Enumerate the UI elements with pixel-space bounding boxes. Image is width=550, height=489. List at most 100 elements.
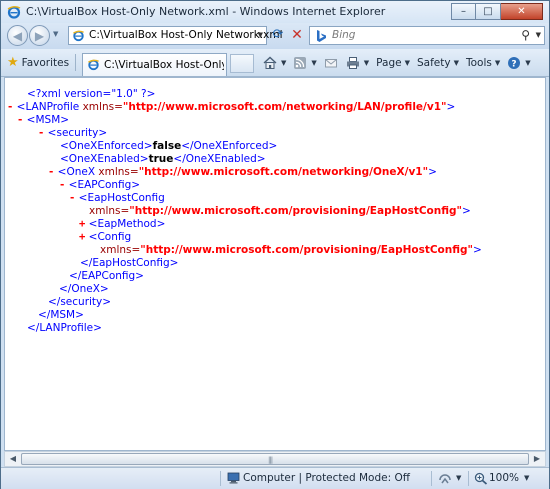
tag-close-bracket: > — [446, 101, 456, 113]
xml-node-eapconfig-close: </EAPConfig> — [69, 270, 144, 283]
printer-icon — [346, 56, 359, 69]
favorites-bar: ★ Favorites C:\VirtualBox Host-Only Net.… — [1, 49, 549, 77]
tag-text: </OneX> — [59, 283, 109, 295]
security-zone-text[interactable]: Computer | Protected Mode: Off — [243, 472, 410, 484]
star-icon: ★ — [7, 55, 19, 70]
address-dropdown-icon[interactable]: ▼ — [258, 31, 263, 39]
xml-viewer: <?xml version="1.0" ?> - <LANProfile xml… — [4, 77, 546, 451]
tag-text: </OneXEnforced> — [181, 140, 278, 152]
tag-text: <EapMethod> — [88, 218, 166, 230]
address-url[interactable]: C:\VirtualBox Host-Only Network.xml — [89, 29, 283, 41]
xml-node-eaphostconfig-open: - <EapHostConfig — [69, 192, 165, 205]
xml-node-security-close: </security> — [48, 296, 111, 309]
home-button[interactable]: ▼ — [263, 56, 286, 70]
attr-value: "http://www.microsoft.com/networking/One… — [138, 166, 429, 178]
search-box[interactable]: Bing ⚲ ▼ — [309, 26, 545, 45]
tools-menu[interactable]: Tools ▼ — [466, 57, 500, 69]
maximize-button[interactable]: □ — [476, 3, 501, 20]
search-dropdown-icon[interactable]: ▼ — [536, 31, 541, 39]
tag-text: <Config — [88, 231, 132, 243]
xml-attr-line-config-ns: xmlns="http://www.microsoft.com/provisio… — [100, 244, 482, 257]
back-button[interactable]: ◀ — [7, 25, 28, 46]
page-menu-label: Page — [376, 56, 402, 69]
recent-pages-dropdown-icon[interactable]: ▼ — [53, 30, 58, 38]
chevron-down-icon[interactable]: ▼ — [524, 474, 529, 482]
divider — [468, 471, 469, 486]
scroll-right-icon[interactable]: ▶ — [530, 453, 544, 465]
xml-node-msm-close: </MSM> — [38, 309, 84, 322]
safety-menu[interactable]: Safety ▼ — [417, 57, 459, 69]
tag-text: <EAPConfig> — [68, 179, 141, 191]
page-menu[interactable]: Page ▼ — [376, 57, 410, 69]
chevron-down-icon[interactable]: ▼ — [456, 474, 461, 482]
tag-text: <OneXEnforced> — [60, 140, 153, 152]
feeds-button[interactable]: ▼ — [293, 56, 317, 70]
tools-menu-label: Tools — [465, 56, 492, 69]
minimize-button[interactable]: – — [451, 3, 476, 20]
zoom-level[interactable]: 100% — [489, 472, 519, 484]
chevron-down-icon: ▼ — [494, 58, 501, 67]
expand-toggle[interactable]: + — [79, 218, 85, 230]
xml-attr-line-eaphost-ns: xmlns="http://www.microsoft.com/provisio… — [89, 205, 471, 218]
horizontal-scrollbar[interactable]: ◀ ||| ▶ — [4, 451, 546, 467]
search-icon[interactable]: ⚲ — [521, 28, 530, 42]
home-icon — [263, 56, 277, 69]
attr-name: xmlns= — [100, 244, 141, 256]
browser-tab[interactable]: C:\VirtualBox Host-Only Net... — [82, 53, 227, 76]
refresh-icon[interactable]: ⟳ — [270, 27, 286, 43]
tag-text: </LANProfile> — [27, 322, 102, 334]
back-arrow-icon: ◀ — [12, 28, 23, 43]
trusted-sites-icon[interactable] — [438, 472, 452, 485]
grip-icon: ||| — [268, 456, 273, 464]
close-button[interactable]: ✕ — [501, 3, 543, 20]
divider — [431, 471, 432, 486]
print-button[interactable]: ▼ — [346, 56, 369, 70]
search-placeholder[interactable]: Bing — [332, 29, 355, 41]
new-tab-button[interactable] — [230, 54, 254, 73]
bing-icon — [317, 30, 326, 42]
forward-button[interactable]: ▶ — [29, 25, 50, 46]
collapse-toggle[interactable]: - — [59, 179, 65, 191]
collapse-toggle[interactable]: - — [7, 101, 13, 113]
chevron-down-icon: ▼ — [311, 58, 317, 67]
tag-text: </security> — [48, 296, 112, 308]
status-bar: Computer | Protected Mode: Off ▼ 100% ▼ — [1, 467, 549, 489]
command-bar: ▼ ▼ ▼ Page ▼ Safety ▼ Tools ▼ ? ▼ — [263, 54, 538, 71]
tag-text: </EAPConfig> — [69, 270, 144, 282]
tag-text: </EapHostConfig> — [80, 257, 179, 269]
xml-node-onexenabled: <OneXEnabled>true</OneXEnabled> — [60, 153, 266, 166]
tag-text: <EapHostConfig — [78, 192, 165, 204]
attr-value: "http://www.microsoft.com/provisioning/E… — [129, 205, 463, 217]
address-bar[interactable]: C:\VirtualBox Host-Only Network.xml ▼ — [68, 26, 283, 45]
divider — [220, 471, 221, 486]
element-value: false — [152, 140, 182, 152]
attr-value: "http://www.microsoft.com/provisioning/E… — [140, 244, 474, 256]
xml-declaration: <?xml version="1.0" ?> — [27, 88, 155, 101]
xml-node-eaphostconfig-close: </EapHostConfig> — [80, 257, 178, 270]
ie-page-icon — [73, 30, 84, 42]
chevron-down-icon: ▼ — [404, 58, 410, 67]
address-row: ◀ ▶ ▼ C:\VirtualBox Host-Only Network.xm… — [1, 23, 549, 49]
scroll-left-icon[interactable]: ◀ — [6, 453, 20, 465]
xml-node-lanprofile-open: - <LANProfile xmlns="http://www.microsof… — [7, 101, 455, 114]
help-button[interactable]: ? ▼ — [507, 56, 531, 70]
forward-arrow-icon: ▶ — [34, 28, 45, 43]
tag-text: <LANProfile — [16, 101, 80, 113]
tag-close-bracket: > — [428, 166, 437, 178]
stop-icon[interactable]: ✕ — [289, 27, 305, 43]
read-mail-button[interactable] — [324, 56, 339, 70]
scrollbar-thumb[interactable]: ||| — [21, 453, 529, 465]
collapse-toggle[interactable]: - — [69, 192, 75, 204]
collapse-toggle[interactable]: - — [38, 127, 44, 139]
xml-node-security-open: - <security> — [38, 127, 107, 140]
favorites-button[interactable]: ★ Favorites — [7, 54, 69, 71]
ie-window: C:\VirtualBox Host-Only Network.xml - Wi… — [0, 0, 550, 489]
zoom-icon[interactable] — [474, 472, 488, 485]
collapse-toggle[interactable]: - — [17, 114, 23, 126]
favorites-label: Favorites — [21, 56, 70, 69]
collapse-toggle[interactable]: - — [48, 166, 54, 178]
xml-node-eapmethod: + <EapMethod> — [79, 218, 165, 231]
tag-text: </MSM> — [38, 309, 84, 321]
xml-node-lanprofile-close: </LANProfile> — [27, 322, 102, 335]
expand-toggle[interactable]: + — [79, 231, 85, 243]
